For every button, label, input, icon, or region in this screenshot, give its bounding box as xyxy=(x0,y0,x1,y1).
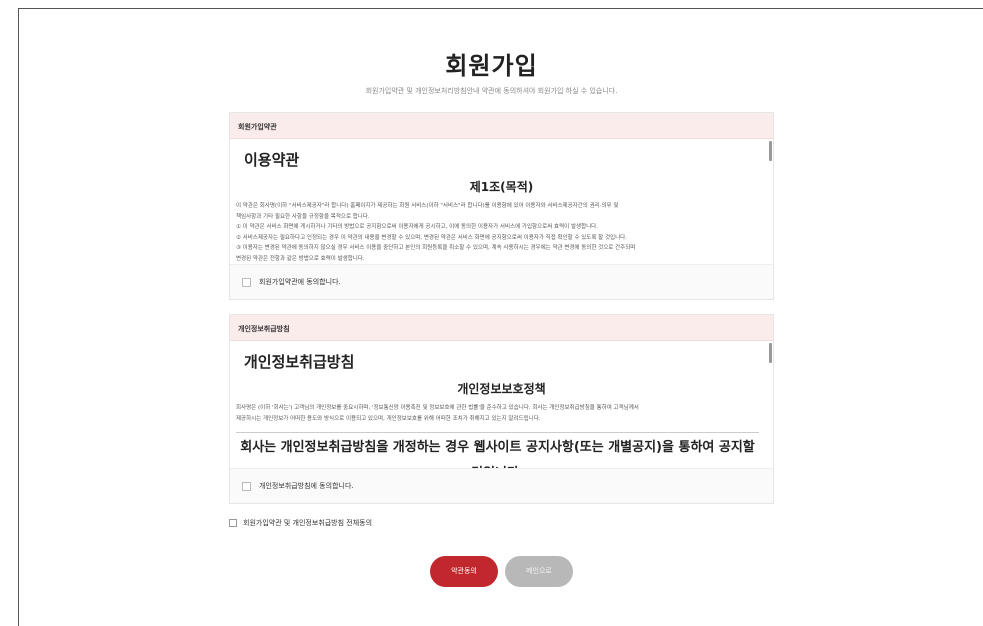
terms-line: 이 약관은 회사명(이하 "서비스제공자"라 합니다) 홈페이지가 제공하는 회… xyxy=(236,203,619,209)
terms-line: 책임사항과 기타 필요한 사항을 규정함을 목적으로 합니다. xyxy=(236,213,370,220)
privacy-scroll-box[interactable]: 개인정보취급방침 개인정보보호정책 회사명은 (이하 '회사는') 고객님의 개… xyxy=(230,341,773,469)
privacy-doc-title: 개인정보취급방침 xyxy=(244,353,355,371)
terms-agree-label[interactable]: 회원가입약관에 동의합니다. xyxy=(259,277,341,287)
all-agree-checkbox[interactable] xyxy=(229,519,237,527)
page-subtitle: 회원가입약관 및 개인정보처리방침안내 약관에 동의하셔야 회원가입 하실 수 … xyxy=(365,87,618,95)
privacy-article-title: 개인정보보호정책 xyxy=(457,382,546,396)
privacy-agree-row[interactable]: 개인정보취급방침에 동의합니다. xyxy=(230,469,773,503)
privacy-section: 개인정보취급방침 개인정보취급방침 개인정보보호정책 회사명은 (이하 '회사는… xyxy=(229,314,774,504)
agree-button[interactable]: 약관동의 xyxy=(430,556,498,587)
terms-body: 이 약관은 회사명(이하 "서비스제공자"라 합니다) 홈페이지가 제공하는 회… xyxy=(230,195,773,264)
terms-doc-title: 이용약관 xyxy=(244,151,300,169)
terms-article-title: 제1조(목적) xyxy=(469,180,534,194)
all-agree-label[interactable]: 회원가입약관 및 개인정보취급방침 전체동의 xyxy=(243,518,372,528)
privacy-agree-checkbox[interactable] xyxy=(242,481,251,491)
terms-scroll-box[interactable]: 이용약관 제1조(목적) 이 약관은 회사명(이하 "서비스제공자"라 합니다)… xyxy=(230,139,773,265)
terms-line: 변경된 약관은 전항과 같은 방법으로 효력이 발생합니다. xyxy=(236,255,365,262)
page-title: 회원가입 xyxy=(445,52,538,80)
terms-line: ① 이 약관은 서비스 화면에 게시하거나 기타의 방법으로 공지함으로써 이용… xyxy=(236,224,598,230)
terms-section: 회원가입약관 이용약관 제1조(목적) 이 약관은 회사명(이하 "서비스제공자… xyxy=(229,112,774,300)
terms-line: ② 서비스제공자는 필요하다고 인정되는 경우 이 약관의 내용을 변경할 수 … xyxy=(236,234,627,241)
privacy-agree-label[interactable]: 개인정보취급방침에 동의합니다. xyxy=(259,481,354,491)
terms-line: ③ 이용자는 변경된 약관에 동의하지 않으실 경우 서비스 이용을 중단하고 … xyxy=(236,245,636,251)
terms-scrollbar[interactable] xyxy=(769,141,772,161)
privacy-line: 제공하시는 개인정보가 어떠한 용도와 방식으로 이용되고 있으며, 개인정보보… xyxy=(236,415,541,422)
privacy-scrollbar[interactable] xyxy=(769,343,772,363)
terms-agree-row[interactable]: 회원가입약관에 동의합니다. xyxy=(230,265,773,299)
all-agree-row[interactable]: 회원가입약관 및 개인정보취급방침 전체동의 xyxy=(229,518,372,528)
terms-agree-checkbox[interactable] xyxy=(242,277,251,287)
privacy-big-notice: 회사는 개인정보취급방침을 개정하는 경우 웹사이트 공지사항(또는 개별공지)… xyxy=(236,432,759,468)
terms-section-header: 회원가입약관 xyxy=(230,113,773,139)
main-page-button[interactable]: 메인으로 xyxy=(505,556,573,587)
privacy-body: 회사명은 (이하 '회사는') 고객님의 개인정보를 중요시하며, '정보통신망… xyxy=(230,397,773,424)
privacy-line: 회사명은 (이하 '회사는') 고객님의 개인정보를 중요시하며, '정보통신망… xyxy=(236,405,639,411)
privacy-section-header: 개인정보취급방침 xyxy=(230,315,773,341)
